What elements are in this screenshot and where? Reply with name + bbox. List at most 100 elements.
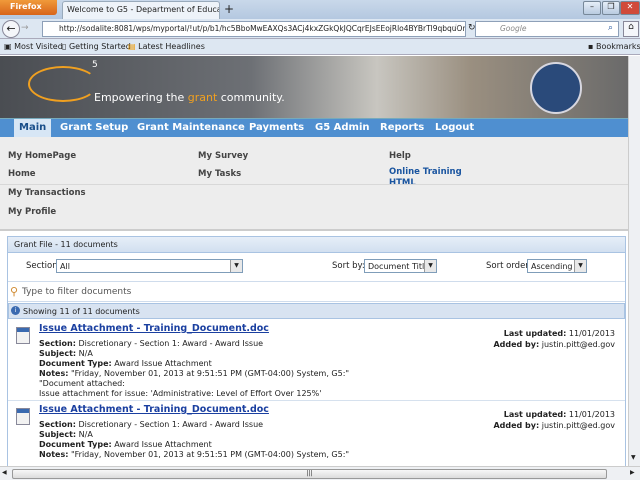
document-added-by: Added by: justin.pitt@ed.gov [493, 421, 615, 430]
document-icon [16, 408, 30, 425]
document-title-link[interactable]: Issue Attachment - Training_Document.doc [39, 404, 269, 415]
chevron-down-icon[interactable]: ▼ [574, 260, 586, 272]
value: 11/01/2013 [568, 410, 615, 419]
scroll-left-icon[interactable]: ◀ [2, 469, 7, 476]
g5-logo-text: 5 [92, 60, 98, 70]
document-title-link[interactable]: Issue Attachment - Training_Document.doc [39, 323, 269, 334]
document-icon [16, 327, 30, 344]
bookmark-getting-started[interactable]: ▯ Getting Started [62, 42, 131, 51]
value: "Friday, November 01, 2013 at 9:51:51 PM… [70, 369, 350, 378]
document-notes-line: Issue attachment for issue: 'Administrat… [39, 389, 322, 398]
chevron-down-icon[interactable]: ▼ [230, 260, 242, 272]
sort-order-value: Ascending [531, 262, 573, 271]
main-menu: Main Grant Setup Grant Maintenance Payme… [0, 118, 628, 138]
bookmark-label: Most Visited [14, 42, 63, 51]
menu-grant-maintenance[interactable]: Grant Maintenance [137, 122, 245, 133]
bookmark-label: Latest Headlines [138, 42, 205, 51]
navigation-bar: ← → http://sodalite:8081/wps/myportal/!u… [0, 19, 640, 39]
home-icon[interactable]: ⌂ [623, 21, 639, 37]
document-section: Section: Discretionary - Section 1: Awar… [39, 339, 263, 348]
divider [0, 184, 628, 185]
filter-placeholder: Type to filter documents [22, 287, 132, 297]
search-icon[interactable]: ⌕ [608, 23, 613, 33]
panel-title: Grant File - 11 documents [8, 237, 625, 253]
bookmark-most-visited[interactable]: ▣ Most Visited [4, 42, 63, 51]
browser-tab[interactable]: Welcome to G5 - Department of Educati... [62, 1, 220, 19]
menu-main[interactable]: Main [14, 119, 52, 138]
search-input[interactable]: Google [475, 21, 619, 37]
scroll-right-icon[interactable]: ▶ [630, 469, 635, 476]
value: Award Issue Attachment [114, 440, 212, 449]
menu-g5-admin[interactable]: G5 Admin [315, 122, 370, 133]
value: Discretionary - Section 1: Award - Award… [78, 339, 264, 348]
filter-input[interactable]: ⚲ Type to filter documents [8, 281, 625, 302]
url-input[interactable]: http://sodalite:8081/wps/myportal/!ut/p/… [42, 21, 466, 37]
firefox-menu-button[interactable]: Firefox [0, 0, 57, 15]
document-section: Section: Discretionary - Section 1: Awar… [39, 420, 263, 429]
submenu-my-transactions[interactable]: My Transactions [8, 188, 86, 198]
section-select[interactable]: All ▼ [56, 259, 243, 273]
label: Added by: [493, 340, 540, 349]
link-html[interactable]: HTML [389, 178, 416, 188]
submenu-my-survey[interactable]: My Survey [198, 151, 248, 161]
bookmark-latest-headlines[interactable]: ▤ Latest Headlines [128, 42, 205, 51]
info-icon: i [11, 306, 20, 315]
value: justin.pitt@ed.gov [541, 421, 615, 430]
label: Last updated: [503, 329, 567, 338]
bookmarks-bar: ▣ Most Visited ▯ Getting Started ▤ Lates… [0, 39, 640, 55]
g5-logo [28, 66, 98, 102]
close-icon[interactable]: ✕ [620, 1, 640, 15]
submenu-my-profile[interactable]: My Profile [8, 207, 56, 217]
restore-icon[interactable]: ❐ [602, 1, 620, 15]
document-type: Document Type: Award Issue Attachment [39, 359, 212, 368]
submenu-my-tasks[interactable]: My Tasks [198, 169, 241, 179]
document-type: Document Type: Award Issue Attachment [39, 440, 212, 449]
link-online-training[interactable]: Online Training [389, 167, 462, 177]
menu-reports[interactable]: Reports [380, 122, 424, 133]
submenu-help-header: Help [389, 151, 411, 161]
value: N/A [78, 430, 93, 439]
vertical-scrollbar[interactable]: ▼ [628, 56, 640, 466]
star-icon[interactable]: ☆ [452, 23, 460, 33]
tagline: Empowering the grant community. [94, 91, 285, 104]
section-label: Section [26, 261, 58, 271]
minimize-icon[interactable]: – [583, 1, 601, 15]
sort-by-label: Sort by: [332, 261, 365, 271]
label: Section: [39, 420, 76, 429]
department-of-education-seal [530, 62, 582, 114]
label: Last updated: [503, 410, 567, 419]
sort-by-select[interactable]: Document Title ▼ [364, 259, 437, 273]
browser-tab-bar: Firefox Welcome to G5 - Department of Ed… [0, 0, 640, 19]
value: "Friday, November 01, 2013 at 9:51:51 PM… [70, 450, 350, 459]
grant-file-panel: Grant File - 11 documents Section All ▼ S… [7, 236, 626, 466]
label: Document Type: [39, 359, 112, 368]
forward-icon[interactable]: → [21, 23, 29, 33]
tagline-text: Empowering the [94, 91, 188, 104]
submenu-home[interactable]: Home [8, 169, 36, 179]
value: N/A [78, 349, 93, 358]
sort-order-select[interactable]: Ascending ▼ [527, 259, 587, 273]
sort-order-label: Sort order: [486, 261, 532, 271]
scrollbar-thumb[interactable]: ||| [12, 469, 607, 479]
new-tab-button[interactable]: + [222, 3, 236, 17]
menu-grant-setup[interactable]: Grant Setup [60, 122, 128, 133]
submenu: My HomePage Home My Transactions My Prof… [0, 137, 628, 231]
document-item: Issue Attachment - Training_Document.doc… [8, 321, 625, 401]
bookmarks-menu[interactable]: ▪ Bookmarks [588, 42, 640, 51]
menu-logout[interactable]: Logout [435, 122, 474, 133]
document-item: Issue Attachment - Training_Document.doc… [8, 402, 625, 464]
section-value: All [60, 262, 70, 271]
back-icon[interactable]: ← [2, 20, 20, 38]
chevron-down-icon[interactable]: ▼ [424, 260, 436, 272]
label: Added by: [493, 421, 540, 430]
menu-payments[interactable]: Payments [249, 122, 304, 133]
scroll-down-icon[interactable]: ▼ [631, 454, 636, 461]
sort-by-value: Document Title [368, 262, 430, 271]
horizontal-scrollbar[interactable]: ◀ ||| ▶ [0, 466, 640, 480]
document-subject: Subject: N/A [39, 430, 93, 439]
label: Notes: [39, 450, 69, 459]
tagline-accent: grant [187, 91, 218, 104]
label: Document Type: [39, 440, 112, 449]
value: 11/01/2013 [568, 329, 615, 338]
submenu-my-homepage[interactable]: My HomePage [8, 151, 76, 161]
